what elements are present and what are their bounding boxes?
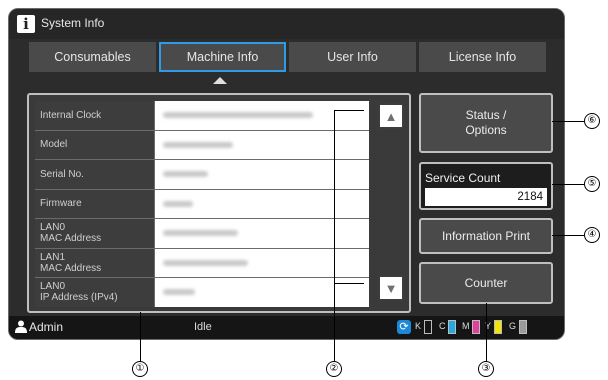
row-label-lan0-mac: LAN0 MAC Address <box>35 219 155 248</box>
table-row: Model <box>35 130 369 160</box>
callout-leader <box>552 184 584 185</box>
callout-leader <box>334 110 364 111</box>
counter-button[interactable]: Counter <box>419 262 553 304</box>
machine-status: Idle <box>194 321 212 333</box>
ink-level-m <box>472 320 480 334</box>
device-screen: i System Info Consumables Machine Info U… <box>8 8 565 340</box>
scroll-down-button[interactable]: ▼ <box>378 275 404 301</box>
row-label-internal-clock: Internal Clock <box>35 101 155 130</box>
row-value-redacted <box>155 101 369 130</box>
row-value-redacted <box>155 130 369 159</box>
service-count-value: 2184 <box>425 188 547 206</box>
user-icon <box>15 320 27 333</box>
ink-level-c <box>448 320 456 334</box>
row-value-redacted <box>155 160 369 189</box>
ink-letter: G <box>509 321 517 331</box>
row-value-redacted <box>155 248 369 277</box>
callout-2: ② <box>326 361 342 377</box>
active-tab-indicator-icon <box>213 77 227 84</box>
title-bar: i System Info <box>9 9 564 39</box>
tab-license-info[interactable]: License Info <box>419 42 546 72</box>
callout-5: ⑤ <box>584 176 600 192</box>
callout-4: ④ <box>584 227 600 243</box>
table-row: LAN1 MAC Address <box>35 248 369 278</box>
callout-leader <box>334 283 364 284</box>
triangle-down-icon: ▼ <box>384 280 398 296</box>
callout-leader <box>552 121 584 122</box>
callout-1: ① <box>132 361 148 377</box>
callout-3: ③ <box>478 361 494 377</box>
table-row: Firmware <box>35 189 369 219</box>
row-label-lan1-mac: LAN1 MAC Address <box>35 248 155 277</box>
row-value-redacted <box>155 189 369 218</box>
ink-letter: K <box>415 321 422 331</box>
service-count-label: Service Count <box>425 171 501 185</box>
ink-letter: C <box>439 321 446 331</box>
row-label-serial-no: Serial No. <box>35 160 155 189</box>
table-row: LAN0 MAC Address <box>35 219 369 249</box>
callout-leader <box>486 303 487 361</box>
tab-bar: Consumables Machine Info User Info Licen… <box>29 42 546 76</box>
callout-leader <box>552 235 584 236</box>
ink-level-y <box>494 320 502 334</box>
callout-leader <box>140 312 141 362</box>
service-count-box: Service Count 2184 <box>419 162 553 210</box>
tab-consumables[interactable]: Consumables <box>29 42 156 72</box>
logged-in-user[interactable]: Admin <box>29 320 63 334</box>
row-label-firmware: Firmware <box>35 189 155 218</box>
information-print-button[interactable]: Information Print <box>419 218 553 254</box>
row-value-redacted <box>155 219 369 248</box>
tab-machine-info[interactable]: Machine Info <box>159 42 286 72</box>
callout-leader <box>334 110 335 361</box>
info-icon: i <box>17 15 35 33</box>
ink-letter: M <box>462 321 470 331</box>
ink-level-k <box>424 320 432 334</box>
row-label-lan0-ip: LAN0 IP Address (IPv4) <box>35 278 155 307</box>
table-row: LAN0 IP Address (IPv4) <box>35 278 369 307</box>
table-row: Internal Clock <box>35 101 369 131</box>
triangle-up-icon: ▲ <box>384 108 398 124</box>
machine-info-panel: Internal Clock Model Serial No. Firmware… <box>27 93 411 313</box>
row-label-model: Model <box>35 130 155 159</box>
tab-user-info[interactable]: User Info <box>289 42 416 72</box>
machine-info-table: Internal Clock Model Serial No. Firmware… <box>35 101 369 307</box>
status-options-button[interactable]: Status / Options <box>419 93 553 153</box>
window-title: System Info <box>41 16 105 30</box>
ink-level-g <box>519 320 527 334</box>
table-row: Serial No. <box>35 160 369 190</box>
sync-icon[interactable]: ⟳ <box>397 320 411 334</box>
scroll-up-button[interactable]: ▲ <box>378 103 404 129</box>
callout-6: ⑥ <box>584 113 600 129</box>
status-bar: Admin Idle ⟳ K C M Y G <box>9 316 564 339</box>
